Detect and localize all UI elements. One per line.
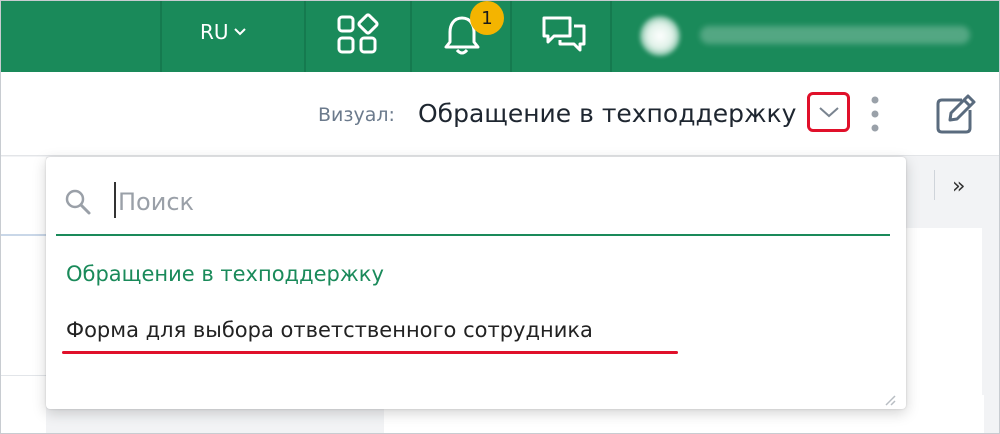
chevron-down-icon [818,107,839,118]
header-divider [610,0,612,72]
visual-current-value[interactable]: Обращение в техподдержку [418,99,796,128]
language-selector[interactable]: RU [200,20,247,44]
text-cursor [114,182,116,218]
chat-icon[interactable] [540,12,588,58]
notification-badge: 1 [470,1,504,35]
language-label: RU [200,20,229,44]
header-divider [510,0,512,72]
left-panel-divider [0,375,46,376]
left-panel-divider [0,234,46,236]
search-icon [65,189,91,215]
edit-icon[interactable] [934,92,978,136]
apps-icon[interactable] [336,12,380,56]
kebab-menu-icon[interactable] [868,94,882,134]
annotation-underline [62,351,678,354]
collapse-panel-button[interactable]: » [952,174,965,199]
search-input[interactable] [118,184,878,220]
header-divider [410,0,412,72]
header-divider [304,0,306,72]
user-avatar[interactable] [640,16,680,56]
right-toolbar-divider [934,170,935,200]
dropdown-option-support-request[interactable]: Обращение в техподдержку [66,262,384,286]
header-divider [160,0,162,72]
right-toolbar [900,157,1000,217]
resize-grip-icon[interactable] [884,394,896,406]
search-underline [56,234,890,236]
chevron-down-icon [233,28,246,36]
visual-dropdown-button[interactable] [807,92,850,132]
visual-label: Визуал: [318,104,395,126]
user-name-blurred[interactable] [700,26,970,44]
top-header: RU 1 [0,0,1000,72]
dropdown-option-responsible-form[interactable]: Форма для выбора ответственного сотрудни… [66,318,593,342]
left-panel [0,157,46,434]
